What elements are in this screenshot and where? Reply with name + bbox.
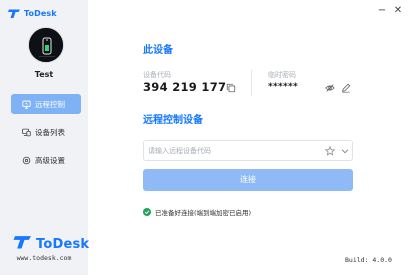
website-link[interactable]: www.todesk.com (0, 254, 88, 262)
devices-icon (22, 128, 31, 136)
todesk-window: ToDesk Test 远程控制 设备列表 高级设置 ToDesk www.to… (0, 0, 410, 275)
todesk-logo-icon (8, 4, 21, 23)
nav-label: 高级设置 (35, 155, 65, 165)
remote-control-title: 远程控制设备 (143, 115, 203, 126)
remote-device-input[interactable] (148, 143, 318, 158)
monitor-icon (22, 100, 31, 109)
sidebar: ToDesk Test 远程控制 设备列表 高级设置 ToDesk www.to… (0, 0, 89, 275)
nav-item-remote-control[interactable]: 远程控制 (11, 94, 81, 114)
app-title: ToDesk (24, 8, 57, 18)
app-brand: ToDesk (8, 6, 57, 20)
connect-button[interactable]: 连接 (143, 169, 353, 191)
nav-item-advanced-settings[interactable]: 高级设置 (11, 150, 81, 170)
chevron-down-icon[interactable] (340, 146, 350, 156)
remote-device-field (143, 140, 353, 161)
gear-icon (22, 156, 31, 164)
nav-label: 设备列表 (35, 127, 65, 137)
this-device-title: 此设备 (143, 45, 173, 56)
check-circle-icon (143, 208, 151, 216)
star-icon[interactable] (325, 146, 335, 156)
eye-off-icon[interactable] (325, 83, 335, 93)
nav-item-device-list[interactable]: 设备列表 (11, 122, 81, 142)
divider (251, 70, 252, 96)
todesk-logo-icon (13, 234, 33, 254)
nav-label: 远程控制 (35, 99, 65, 109)
temp-password: ****** (268, 82, 299, 92)
temp-password-label: 临时密码 (268, 71, 296, 79)
minimize-button[interactable]: − (376, 5, 388, 17)
avatar[interactable] (28, 27, 64, 63)
footer-logo-text: ToDesk (36, 236, 90, 252)
device-code: 394 219 177 (143, 80, 227, 94)
build-version: Build: 4.0.0 (345, 256, 392, 264)
connection-status: 已准备好连接(端到端加密已启用) (143, 207, 251, 217)
edit-icon[interactable] (341, 83, 351, 93)
device-code-label: 设备代码 (143, 71, 171, 79)
copy-icon[interactable] (226, 83, 236, 93)
username: Test (34, 70, 54, 79)
status-text: 已准备好连接(端到端加密已启用) (155, 209, 252, 217)
close-button[interactable]: ✕ (392, 5, 404, 17)
footer-logo: ToDesk (13, 234, 89, 254)
